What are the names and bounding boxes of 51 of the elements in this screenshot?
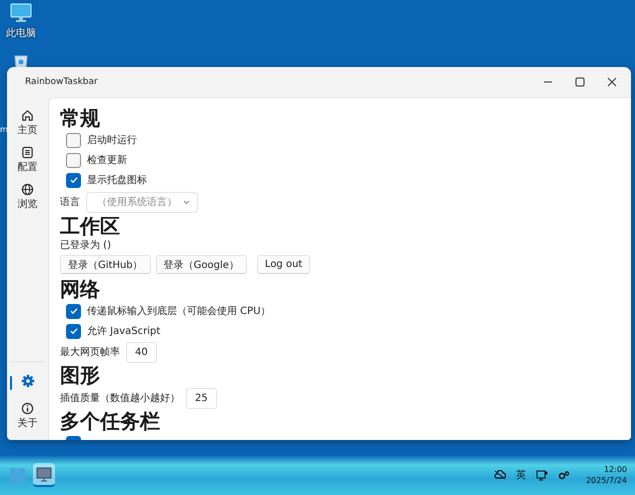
nav-item[interactable]: 主页	[7, 107, 48, 139]
clock-date[interactable]: 2025/7/24	[586, 475, 627, 486]
checkbox[interactable]	[66, 132, 81, 148]
section-heading: 图形	[60, 363, 101, 387]
checkbox[interactable]	[66, 152, 81, 168]
number-field[interactable]: 40	[126, 342, 157, 362]
language-dropdown[interactable]: （使用系统语言）	[86, 192, 198, 212]
settings-icon	[20, 374, 34, 388]
desktop-icon-label[interactable]: 此电脑	[6, 26, 36, 40]
field-label: 语言	[60, 196, 80, 209]
section-heading: 网络	[60, 277, 101, 301]
nav-item[interactable]: 浏览	[7, 181, 48, 213]
close-icon[interactable]	[607, 77, 617, 87]
recycle-bin-icon[interactable]	[13, 55, 29, 68]
gears-icon[interactable]	[558, 470, 570, 480]
desktop-icon-label: m	[0, 125, 8, 134]
checkbox-label: 允许 JavaScript	[87, 324, 160, 338]
monitor-icon[interactable]	[536, 470, 548, 480]
checkmark-icon	[68, 175, 78, 185]
action-button[interactable]: Log out	[256, 255, 310, 274]
checkbox[interactable]	[66, 172, 81, 188]
action-button[interactable]: 登录（Google）	[156, 255, 247, 274]
home-icon	[21, 109, 34, 122]
monitor-icon[interactable]	[10, 3, 32, 23]
maximize-icon[interactable]	[575, 77, 585, 87]
nav-item[interactable]: 配置	[7, 144, 48, 176]
cloud-off-icon[interactable]	[494, 470, 506, 480]
section-heading: 工作区	[60, 214, 121, 238]
info-icon	[21, 402, 34, 415]
action-button[interactable]: 登录（GitHub）	[60, 255, 151, 274]
chevron-down-icon	[183, 200, 190, 204]
checkbox-label: 检查更新	[87, 154, 127, 167]
checkbox-label: 显示托盘图标	[87, 174, 147, 187]
login-status-text: 已登录为 ()	[60, 238, 112, 253]
checkbox-label: 启动时运行	[87, 134, 137, 147]
field-label: 最大网页帧率	[60, 346, 120, 359]
nav-item[interactable]: 关于	[10, 400, 45, 432]
section-heading: 多个任务栏	[60, 409, 161, 433]
clock-time[interactable]: 12:00	[604, 464, 627, 475]
checkbox[interactable]	[66, 324, 81, 338]
checkbox-label: 传递鼠标输入到底层（可能会使用 CPU）	[87, 304, 271, 318]
start-icon[interactable]	[10, 468, 25, 482]
taskbar-app-button[interactable]	[33, 463, 55, 487]
number-field[interactable]: 25	[186, 388, 217, 408]
document-icon	[21, 146, 34, 159]
window-title: RainbowTaskbar	[25, 77, 98, 87]
section-heading: 常规	[60, 106, 101, 130]
input-language-indicator[interactable]: 英	[516, 468, 526, 482]
globe-icon	[21, 183, 34, 196]
checkbox[interactable]	[66, 304, 81, 318]
field-label: 插值质量（数值越小越好）	[60, 392, 180, 405]
